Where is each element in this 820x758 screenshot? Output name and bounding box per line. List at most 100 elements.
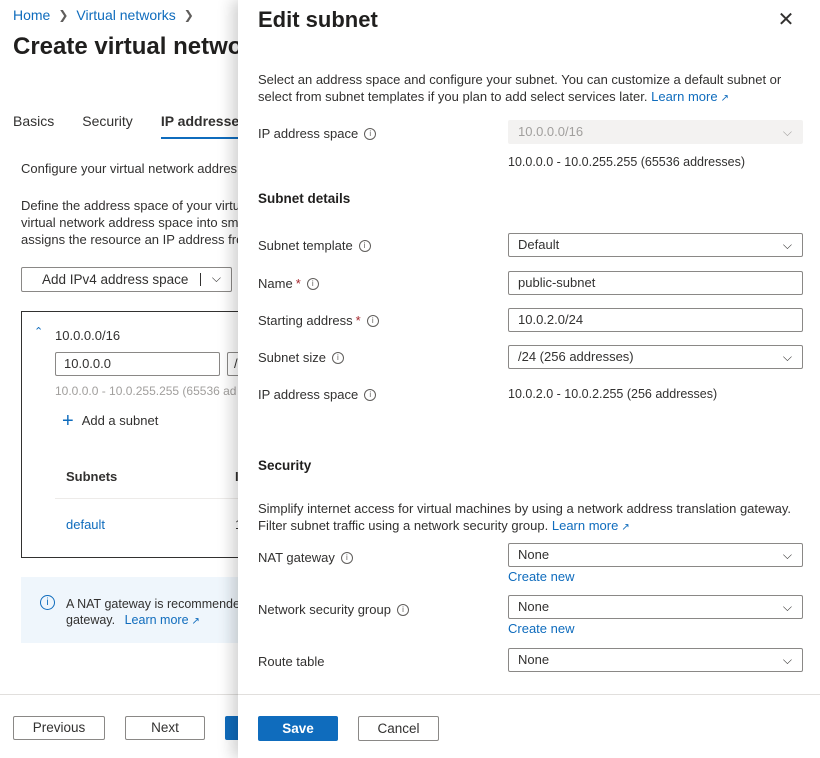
address-input[interactable]: 10.0.0.0 [55,352,220,376]
breadcrumb-virtual-networks[interactable]: Virtual networks [76,7,175,23]
ip-address-space-label: IP address space i [258,126,377,141]
learn-more-label: Learn more [551,518,619,533]
table-divider [55,498,255,499]
starting-address-input[interactable]: 10.0.2.0/24 [508,308,803,332]
subnet-size-label: Subnet size i [258,350,344,365]
subnet-ip-space-label: IP address space i [258,387,377,402]
nat-gateway-label: NAT gateway i [258,550,353,565]
info-icon[interactable]: i [340,551,353,564]
info-icon[interactable]: i [358,239,371,252]
starting-address-label: Starting address * i [258,313,379,328]
subnet-size-select[interactable]: /24 (256 addresses) ⌵ [508,345,803,369]
ip-address-space-select: 10.0.0.0/16 ⌵ [508,120,803,144]
chevron-down-icon: ⌵ [782,125,792,139]
subnet-template-select[interactable]: Default ⌵ [508,233,803,257]
nat-info-line: A NAT gateway is recommended [66,597,247,611]
nat-create-new-link[interactable]: Create new [508,569,574,584]
security-heading: Security [258,458,312,473]
address-range: 10.0.0.0 - 10.0.255.255 (65536 ad [55,384,237,398]
save-button[interactable]: Save [258,716,338,741]
info-icon[interactable]: i [396,603,409,616]
breadcrumb-home[interactable]: Home [13,7,50,23]
address-space-label: 10.0.0.0/16 [55,328,121,343]
label-text: NAT gateway [258,550,335,565]
external-link-icon: ↗ [621,522,630,533]
chevron-down-icon[interactable]: ⌵ [212,271,221,286]
external-link-icon: ↗ [191,616,200,627]
plus-icon: + [62,409,74,432]
label-text: Route table [258,654,325,669]
external-link-icon: ↗ [720,93,729,104]
nsg-select[interactable]: None ⌵ [508,595,803,619]
panel-title: Edit subnet [258,7,378,32]
info-icon: i [40,595,55,610]
chevron-right-icon: ❯ [58,8,69,22]
select-value: None [518,652,550,667]
breadcrumb: Home ❯ Virtual networks ❯ [13,7,202,23]
label-text: Network security group [258,602,391,617]
next-button[interactable]: Next [125,716,205,740]
info-icon[interactable]: i [364,127,377,140]
chevron-down-icon: ⌵ [782,600,792,614]
subnet-template-label: Subnet template i [258,238,371,253]
required-asterisk: * [295,276,301,291]
tab-basics[interactable]: Basics [13,113,54,139]
nat-info-banner: i A NAT gateway is recommended gateway. … [21,577,251,643]
close-icon[interactable]: ✕ [775,10,797,32]
nat-info-text: A NAT gateway is recommended gateway. Le… [66,596,247,630]
subnets-column-header: Subnets [66,469,118,484]
route-table-select[interactable]: None ⌵ [508,648,803,672]
split-divider [200,273,201,286]
nat-gateway-select[interactable]: None ⌵ [508,543,803,567]
name-input[interactable]: public-subnet [508,271,803,295]
required-asterisk: * [355,313,361,328]
info-icon[interactable]: i [364,388,377,401]
configure-text: Configure your virtual network addres [21,161,238,176]
select-value: Default [518,237,560,252]
select-value: None [518,547,550,562]
chevron-right-icon: ❯ [183,8,194,22]
ip-address-space-range: 10.0.0.0 - 10.0.255.255 (65536 addresses… [508,155,745,169]
learn-more-link[interactable]: Learn more ↗ [552,518,630,533]
nat-info-line: gateway. [66,613,116,627]
info-icon[interactable]: i [366,314,379,327]
add-subnet-label: Add a subnet [81,413,159,428]
tab-security[interactable]: Security [82,113,133,139]
intro-text: Select an address space and configure yo… [258,71,798,107]
footer-divider [238,694,820,695]
learn-more-link[interactable]: Learn more ↗ [651,89,729,104]
address-space-card: ⌃ 10.0.0.0/16 10.0.0.0 / 10.0.0.0 - 10.0… [21,311,267,558]
select-value: /24 (256 addresses) [518,349,634,364]
label-text: Subnet template [258,238,353,253]
learn-more-label: Learn more [124,613,189,627]
nsg-label: Network security group i [258,602,409,617]
define-text: Define the address space of your virtu v… [21,197,246,248]
security-description: Simplify internet access for virtual mac… [258,501,792,533]
info-icon[interactable]: i [331,351,344,364]
chevron-down-icon: ⌵ [782,653,792,667]
label-text: IP address space [258,387,359,402]
add-ipv4-space-label: Add IPv4 address space [42,272,189,287]
info-icon[interactable]: i [306,277,319,290]
previous-button[interactable]: Previous [13,716,105,740]
chevron-down-icon: ⌵ [782,548,792,562]
add-subnet-button[interactable]: + Add a subnet [62,409,159,432]
subnet-details-heading: Subnet details [258,191,351,206]
label-text: IP address space [258,126,359,141]
chevron-up-icon[interactable]: ⌃ [34,325,43,338]
add-ipv4-space-button[interactable]: Add IPv4 address space ⌵ [21,267,232,292]
route-table-label: Route table [258,654,325,669]
tab-ip-addresses[interactable]: IP addresses [160,113,247,139]
cancel-button[interactable]: Cancel [358,716,439,741]
learn-more-label: Learn more [651,89,718,104]
name-label: Name * i [258,276,319,291]
nsg-create-new-link[interactable]: Create new [508,621,574,636]
label-text: Name [258,276,293,291]
define-text-line: assigns the resource an IP address fro [21,232,244,247]
chevron-down-icon: ⌵ [782,238,792,252]
subnet-link-default[interactable]: default [66,517,105,532]
learn-more-link[interactable]: Learn more ↗ [125,613,200,627]
select-value: None [518,599,550,614]
label-text: Starting address [258,313,353,328]
page-title: Create virtual networ [13,33,252,60]
